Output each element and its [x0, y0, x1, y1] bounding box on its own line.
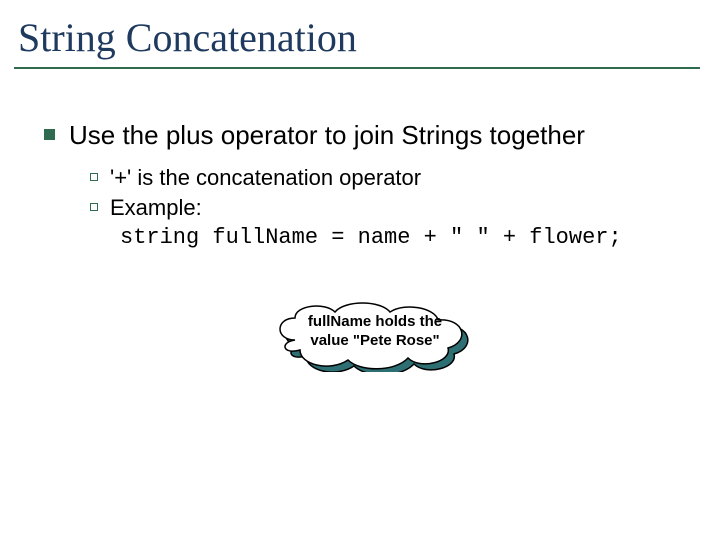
square-bullet-icon [44, 129, 55, 140]
body-region: Use the plus operator to join Strings to… [44, 120, 690, 250]
slide: String Concatenation Use the plus operat… [0, 0, 720, 540]
bullet-text: Use the plus operator to join Strings to… [69, 120, 585, 151]
bullet-text: Example: [110, 195, 202, 221]
bullet-level2: '+' is the concatenation operator [90, 165, 690, 191]
bullet-level2: Example: [90, 195, 690, 221]
hollow-square-bullet-icon [90, 173, 98, 181]
thought-callout: fullName holds the value "Pete Rose" [270, 300, 480, 372]
sub-bullet-group: '+' is the concatenation operator Exampl… [90, 165, 690, 250]
bullet-text: '+' is the concatenation operator [110, 165, 421, 191]
slide-title: String Concatenation [14, 14, 700, 69]
callout-line2: value "Pete Rose" [310, 332, 439, 349]
code-line: string fullName = name + " " + flower; [120, 225, 690, 250]
hollow-square-bullet-icon [90, 203, 98, 211]
title-region: String Concatenation [14, 14, 700, 69]
callout-line1: fullName holds the [308, 313, 442, 330]
bullet-level1: Use the plus operator to join Strings to… [44, 120, 690, 151]
callout-text: fullName holds the value "Pete Rose" [270, 313, 480, 351]
